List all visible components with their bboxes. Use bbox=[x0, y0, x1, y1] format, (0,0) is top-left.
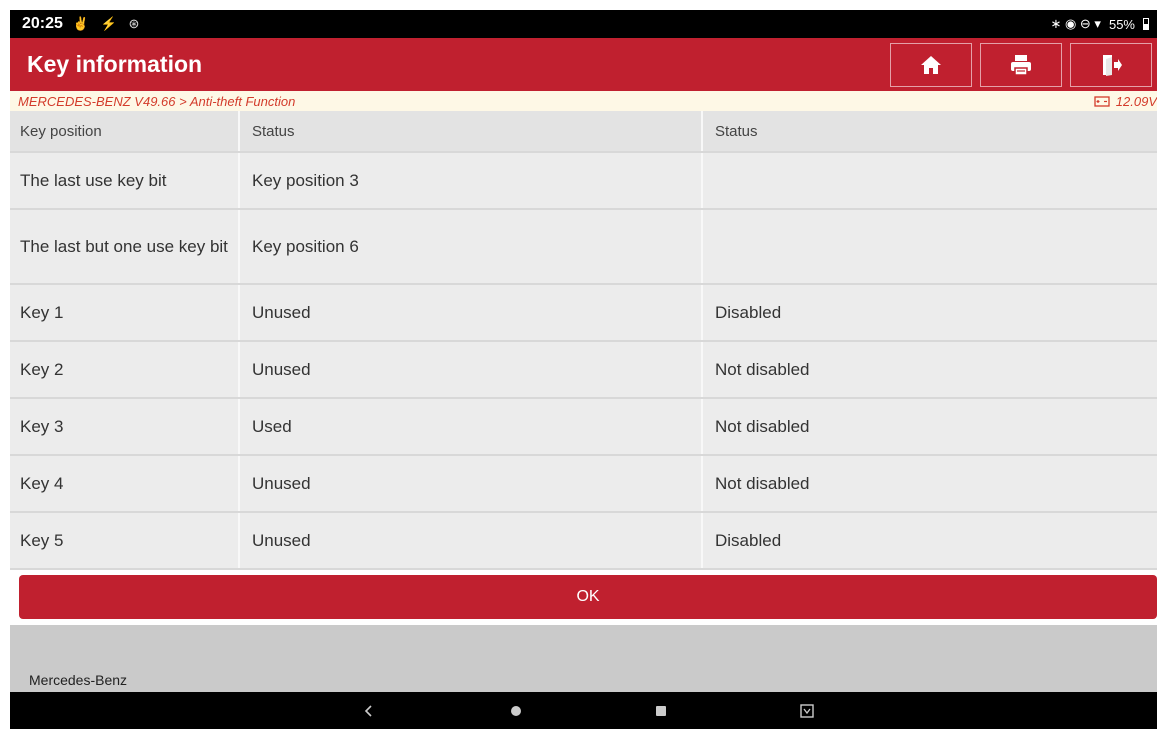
table-cell: Not disabled bbox=[715, 473, 810, 493]
home-icon bbox=[921, 55, 941, 74]
breadcrumb-path: MERCEDES-BENZ V49.66 > Anti-theft Functi… bbox=[18, 93, 296, 109]
column-header-key-position: Key position bbox=[10, 111, 240, 151]
column-header-status: Status bbox=[240, 111, 703, 151]
battery-icon bbox=[1143, 18, 1149, 30]
screenshot-button[interactable] bbox=[787, 692, 827, 729]
table-cell: Key 4 bbox=[10, 456, 240, 511]
print-button[interactable] bbox=[980, 42, 1062, 87]
table-cell: Unused bbox=[240, 342, 703, 397]
column-header-status-2: Status bbox=[715, 122, 758, 140]
table-header-row: Key position Status Status bbox=[10, 111, 1157, 153]
table-row: The last but one use key bit Key positio… bbox=[10, 210, 1157, 285]
voltage-value: 12.09V bbox=[1115, 93, 1157, 109]
table-cell: Not disabled bbox=[715, 416, 810, 436]
table-cell: Key 1 bbox=[10, 285, 240, 340]
screenshot-icon bbox=[800, 703, 814, 718]
status-time: 20:25 bbox=[22, 15, 63, 32]
table-cell-text: The last but one use key bit bbox=[20, 236, 228, 256]
table-cell: Key position 3 bbox=[240, 153, 703, 208]
table-row: Key 5 Unused Disabled bbox=[10, 513, 1157, 570]
table-cell: The last use key bit bbox=[10, 153, 240, 208]
recents-button[interactable] bbox=[641, 692, 681, 729]
table-cell: Key 5 bbox=[10, 513, 240, 568]
status-system-icons: ∗ ◉ ⊖ ▾ bbox=[1050, 16, 1101, 31]
table-cell: Unused bbox=[240, 285, 703, 340]
table-cell: Unused bbox=[240, 513, 703, 568]
system-nav-bar bbox=[10, 692, 1157, 729]
table-cell: Used bbox=[240, 399, 703, 454]
table-cell bbox=[703, 153, 1157, 208]
exit-button[interactable] bbox=[1070, 42, 1152, 87]
recents-icon bbox=[656, 705, 666, 716]
home-nav-button[interactable] bbox=[496, 692, 536, 729]
home-circle-icon bbox=[511, 705, 521, 716]
table-row: Key 1 Unused Disabled bbox=[10, 285, 1157, 342]
table-cell: Not disabled bbox=[715, 359, 810, 379]
vehicle-brand-label: Mercedes-Benz bbox=[29, 672, 128, 688]
car-battery-icon bbox=[1094, 96, 1110, 107]
table-row: The last use key bit Key position 3 bbox=[10, 153, 1157, 210]
battery-percent: 55% bbox=[1108, 16, 1135, 32]
ok-button[interactable]: OK bbox=[19, 575, 1157, 619]
home-button[interactable] bbox=[890, 42, 972, 87]
table-cell: Key position 6 bbox=[240, 210, 703, 283]
table-cell: Key 3 bbox=[10, 399, 240, 454]
status-bar: 20:25 ✌ ⚡ ⊛ ∗ ◉ ⊖ ▾ 55% bbox=[10, 10, 1157, 38]
table-cell: Disabled bbox=[715, 302, 782, 322]
back-icon bbox=[364, 704, 372, 717]
breadcrumb: MERCEDES-BENZ V49.66 > Anti-theft Functi… bbox=[10, 91, 1157, 111]
app-header: Key information bbox=[10, 38, 1157, 91]
table-cell: Disabled bbox=[715, 530, 782, 550]
table-cell bbox=[703, 210, 1157, 283]
ok-button-bar: OK bbox=[10, 570, 1157, 625]
table-cell: Key 2 bbox=[10, 342, 240, 397]
key-info-table[interactable]: Key position Status Status The last use … bbox=[10, 111, 1157, 570]
exit-door-icon bbox=[1103, 54, 1122, 76]
back-button[interactable] bbox=[349, 692, 389, 729]
table-cell: Unused bbox=[240, 456, 703, 511]
printer-icon bbox=[1011, 54, 1031, 76]
table-row: Key 2 Unused Not disabled bbox=[10, 342, 1157, 399]
table-row: Key 4 Unused Not disabled bbox=[10, 456, 1157, 513]
voltage-indicator: 12.09V bbox=[1094, 94, 1157, 109]
table-cell: The last but one use key bit bbox=[10, 210, 240, 283]
table-row: Key 3 Used Not disabled bbox=[10, 399, 1157, 456]
page-title: Key information bbox=[27, 51, 203, 77]
status-notification-icons: ✌ ⚡ ⊛ bbox=[72, 16, 144, 31]
footer: Mercedes-Benz bbox=[10, 625, 1157, 692]
